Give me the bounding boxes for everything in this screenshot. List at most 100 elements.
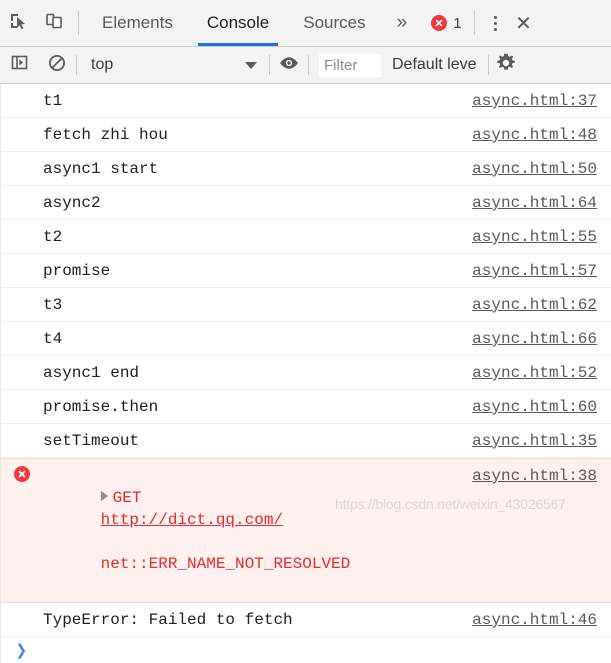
toolbar-divider xyxy=(78,11,79,35)
message-source-link[interactable]: async.html:35 xyxy=(462,424,597,457)
live-expression-button[interactable] xyxy=(270,55,308,76)
console-sidebar-toggle[interactable] xyxy=(0,53,38,77)
message-text: fetch zhi hou xyxy=(43,126,168,144)
message-gutter xyxy=(1,84,43,91)
error-detail-text: net::ERR_NAME_NOT_RESOLVED xyxy=(100,555,351,573)
message-gutter xyxy=(1,288,43,295)
console-message-row[interactable]: async2 async.html:64 xyxy=(0,186,611,220)
message-source-link[interactable]: async.html:66 xyxy=(462,322,597,355)
execution-context-value: top xyxy=(91,56,114,73)
message-text: t4 xyxy=(43,330,63,348)
more-options-button[interactable] xyxy=(481,0,511,46)
inspect-element-icon xyxy=(8,11,28,36)
message-gutter xyxy=(1,390,43,397)
devtools-tab-bar: Elements Console Sources » 1 ✕ xyxy=(0,0,611,47)
error-circle-icon xyxy=(431,15,448,31)
console-error-row[interactable]: GET http://dict.qq.com/ net::ERR_NAME_NO… xyxy=(0,458,611,603)
message-gutter xyxy=(1,152,43,159)
error-source-link[interactable]: async.html:38 xyxy=(462,459,597,492)
message-text: TypeError: Failed to fetch xyxy=(43,611,293,629)
message-text: setTimeout xyxy=(43,432,140,450)
message-text: t1 xyxy=(43,92,63,110)
console-prompt-row[interactable]: ❯ xyxy=(0,637,611,663)
more-options-icon-dot2 xyxy=(494,21,498,25)
console-message-row[interactable]: promise async.html:57 xyxy=(0,254,611,288)
clear-console-button[interactable] xyxy=(38,53,76,78)
console-message-row[interactable]: async1 start async.html:50 xyxy=(0,152,611,186)
filter-placeholder: Filter xyxy=(324,56,358,74)
toolbar-divider-right xyxy=(473,11,475,35)
console-message-row[interactable]: t2 async.html:55 xyxy=(0,220,611,254)
message-source-link[interactable]: async.html:55 xyxy=(462,220,597,253)
message-source-link[interactable]: async.html:64 xyxy=(462,186,597,219)
console-settings-button[interactable] xyxy=(489,52,523,79)
message-gutter xyxy=(1,322,43,329)
console-message-row[interactable]: t1 async.html:37 xyxy=(0,84,611,118)
error-count-label: 1 xyxy=(453,14,462,32)
message-text: promise.then xyxy=(43,398,159,416)
message-gutter xyxy=(1,356,43,363)
message-text: promise xyxy=(43,262,111,280)
error-message-body: GET http://dict.qq.com/ net::ERR_NAME_NO… xyxy=(43,459,462,602)
console-message-row[interactable]: fetch zhi hou async.html:48 xyxy=(0,118,611,152)
console-message-row[interactable]: promise.then async.html:60 xyxy=(0,390,611,424)
message-source-link[interactable]: async.html:52 xyxy=(462,356,597,389)
error-url-link[interactable]: http://dict.qq.com/ xyxy=(101,511,283,529)
message-gutter xyxy=(1,603,43,610)
message-source-link[interactable]: async.html:62 xyxy=(462,288,597,321)
message-source-link[interactable]: async.html:50 xyxy=(462,152,597,185)
settings-gear-icon xyxy=(495,52,517,79)
console-message-row[interactable]: t4 async.html:66 xyxy=(0,322,611,356)
error-count-badge[interactable]: 1 xyxy=(421,0,467,46)
tab-elements[interactable]: Elements xyxy=(85,0,190,46)
live-expression-eye-icon xyxy=(278,55,300,76)
message-source-link[interactable]: async.html:48 xyxy=(462,118,597,151)
more-options-icon-dot3 xyxy=(494,27,498,31)
disclosure-triangle-icon[interactable] xyxy=(100,491,108,501)
error-method-label: GET xyxy=(112,489,142,507)
tab-sources-label: Sources xyxy=(303,13,366,32)
chevron-down-icon xyxy=(245,61,257,69)
message-source-link[interactable]: async.html:60 xyxy=(462,390,597,423)
execution-context-selector[interactable]: top xyxy=(77,56,269,74)
log-levels-label: Default leve xyxy=(392,56,477,73)
console-message-row[interactable]: async1 end async.html:52 xyxy=(0,356,611,390)
more-options-icon xyxy=(494,15,498,19)
message-text: t2 xyxy=(43,228,63,246)
filterbar-divider-3 xyxy=(308,55,309,75)
message-text: t3 xyxy=(43,296,63,314)
device-toolbar-button[interactable] xyxy=(36,0,72,46)
close-icon: ✕ xyxy=(515,12,532,35)
console-filter-toolbar: top Filter Default leve xyxy=(0,47,611,84)
close-devtools-button[interactable]: ✕ xyxy=(511,0,537,46)
tabs-overflow-button[interactable]: » xyxy=(383,0,422,46)
console-message-row[interactable]: t3 async.html:62 xyxy=(0,288,611,322)
message-gutter xyxy=(1,254,43,261)
message-gutter xyxy=(1,220,43,227)
message-gutter xyxy=(1,424,43,431)
console-sidebar-icon xyxy=(10,53,29,77)
message-text: async2 xyxy=(43,194,101,212)
console-message-row[interactable]: TypeError: Failed to fetch async.html:46 xyxy=(0,603,611,637)
console-message-row[interactable]: setTimeout async.html:35 xyxy=(0,424,611,458)
console-message-list[interactable]: t1 async.html:37 fetch zhi hou async.htm… xyxy=(0,84,611,637)
device-toolbar-icon xyxy=(44,11,64,36)
error-gutter xyxy=(1,459,43,482)
filter-input[interactable]: Filter xyxy=(319,53,381,77)
prompt-chevron-icon: ❯ xyxy=(15,642,27,660)
tab-console-label: Console xyxy=(206,13,270,32)
error-circle-icon xyxy=(14,466,30,482)
message-text: async1 end xyxy=(43,364,140,382)
tab-elements-label: Elements xyxy=(102,13,173,32)
message-gutter xyxy=(1,186,43,193)
tab-sources[interactable]: Sources xyxy=(286,0,382,46)
message-source-link[interactable]: async.html:37 xyxy=(462,84,597,117)
message-source-link[interactable]: async.html:46 xyxy=(462,603,597,636)
message-source-link[interactable]: async.html:57 xyxy=(462,254,597,287)
log-levels-selector[interactable]: Default leve xyxy=(381,56,488,74)
message-gutter xyxy=(1,118,43,125)
chevron-double-right-icon: » xyxy=(396,12,408,33)
clear-console-icon xyxy=(47,53,67,78)
tab-console[interactable]: Console xyxy=(190,0,286,46)
inspect-element-button[interactable] xyxy=(0,0,36,46)
